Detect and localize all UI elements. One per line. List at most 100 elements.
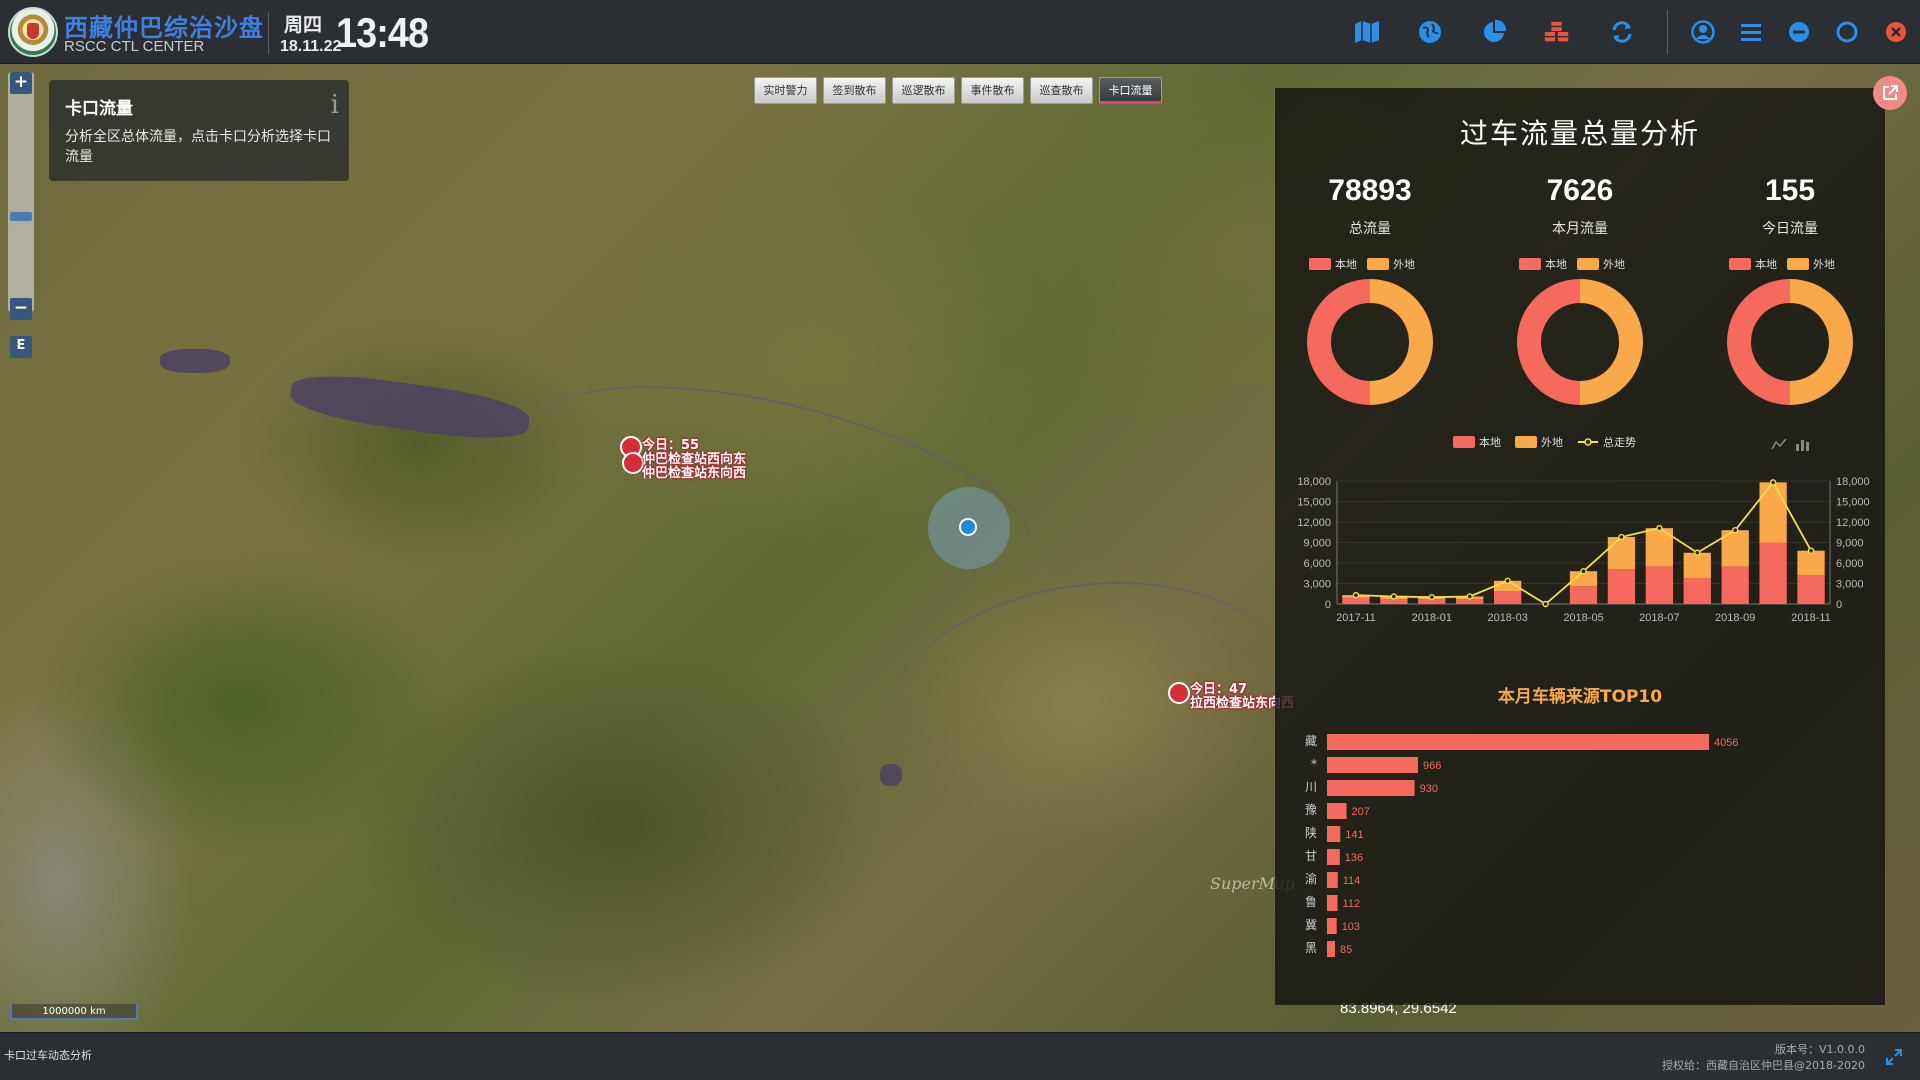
- extent-button[interactable]: E: [10, 336, 32, 358]
- bar-mode-icon[interactable]: [1795, 436, 1811, 455]
- minimize-icon[interactable]: [1785, 18, 1813, 46]
- donut-legend: 本地 外地: [1519, 256, 1625, 272]
- app-subtitle: RSCC CTL CENTER: [64, 38, 205, 55]
- line-mode-icon[interactable]: [1771, 436, 1787, 455]
- source-bar: [1327, 803, 1347, 819]
- version-text: 版本号：V1.0.0.0: [1774, 1043, 1865, 1056]
- external-link-icon: [1883, 85, 1898, 100]
- x-tick-label: 2017-11: [1336, 612, 1376, 624]
- lake: [287, 367, 533, 447]
- legend-label: 本地: [1335, 258, 1357, 271]
- trend-point: [1504, 577, 1511, 584]
- monthly-trend-chart: 0 0 3,000 3,000 6,000 6,000 9,000 9,000 12,000 12…: [1297, 476, 1870, 624]
- globe-icon[interactable]: [1416, 18, 1444, 46]
- x-tick-label: 2018-01: [1412, 612, 1452, 624]
- value-label: 141: [1345, 829, 1363, 841]
- trend-point: [1731, 527, 1739, 534]
- category-label: 渝: [1305, 871, 1317, 886]
- source-bar: [1327, 872, 1338, 888]
- value-label: 4056: [1714, 737, 1738, 749]
- vehicle-source-top10-chart: 藏 4056 * 966 川 930 豫 207 陕 141 甘 136 渝 114 鲁 112 冀 103 黑 85: [1305, 734, 1738, 957]
- pie-chart-icon[interactable]: [1480, 18, 1508, 46]
- donut-slice-other: [1307, 279, 1370, 405]
- value-label: 207: [1351, 806, 1369, 818]
- emblem-logo: [8, 7, 58, 57]
- category-label: 豫: [1305, 803, 1317, 817]
- user-icon[interactable]: [1689, 18, 1717, 46]
- stat-value: 155: [1764, 174, 1816, 207]
- stat-month: 7626 本月流量: [1485, 174, 1675, 238]
- tab-checkpoint-traffic[interactable]: 卡口流量: [1099, 77, 1162, 104]
- zoom-out-button[interactable]: −: [10, 298, 32, 320]
- bar-other: [1759, 482, 1787, 543]
- legend-label: 外地: [1541, 436, 1563, 449]
- export-button[interactable]: [1873, 76, 1907, 110]
- donut-slice-local: [1580, 279, 1643, 405]
- x-tick-label: 2018-09: [1715, 612, 1755, 624]
- license-text: 授权给：西藏自治区仲巴县@2018-2020: [1662, 1059, 1865, 1072]
- trend-point: [1428, 593, 1436, 601]
- status-bar: 卡口过车动态分析 版本号：V1.0.0.0 授权给：西藏自治区仲巴县@2018-…: [0, 1032, 1920, 1080]
- source-bar: [1327, 849, 1340, 865]
- top10-title: 本月车辆来源TOP10: [1497, 687, 1663, 707]
- bar-local: [1607, 569, 1636, 604]
- y-tick-label: 18,000: [1836, 476, 1870, 488]
- zoom-in-button[interactable]: +: [10, 72, 32, 94]
- trend-point: [1807, 547, 1815, 554]
- category-label: 鲁: [1305, 895, 1317, 909]
- legend-swatch-other: [1577, 258, 1599, 270]
- donut-legend: 本地 外地: [1309, 256, 1415, 272]
- menu-icon[interactable]: [1737, 18, 1765, 46]
- map-icon[interactable]: [1353, 18, 1381, 46]
- refresh-icon[interactable]: [1608, 18, 1636, 46]
- info-icon[interactable]: i: [331, 90, 339, 120]
- zoom-slider-handle[interactable]: [10, 212, 32, 221]
- trend-point: [1580, 567, 1587, 575]
- legend-swatch-trend: [1578, 438, 1598, 446]
- clock: 13:48: [336, 9, 429, 56]
- bar-other: [1683, 552, 1711, 579]
- bar-local: [1380, 599, 1408, 604]
- y-tick-label: 6,000: [1836, 558, 1864, 570]
- tab-event-distribution[interactable]: 事件散布: [961, 77, 1024, 104]
- stat-label: 总流量: [1349, 221, 1391, 237]
- tab-inspection-distribution[interactable]: 巡查散布: [1030, 77, 1093, 104]
- category-label: 冀: [1305, 918, 1317, 932]
- maximize-icon[interactable]: [1833, 18, 1861, 46]
- x-tick-label: 2018-03: [1487, 612, 1527, 624]
- bar-local: [1456, 599, 1484, 604]
- y-tick-label: 9,000: [1303, 538, 1331, 550]
- fullscreen-icon[interactable]: [1886, 1049, 1902, 1069]
- zoom-slider[interactable]: [8, 72, 34, 312]
- current-location-marker[interactable]: [928, 487, 1010, 569]
- source-bar: [1327, 780, 1415, 796]
- close-icon[interactable]: [1882, 18, 1910, 46]
- legend-swatch-other: [1787, 258, 1809, 270]
- trend-point: [1352, 591, 1360, 599]
- bar-local: [1721, 566, 1749, 604]
- stat-value: 78893: [1328, 174, 1412, 207]
- panel-title: 过车流量总量分析: [1459, 117, 1700, 150]
- river: [863, 556, 1317, 872]
- legend-swatch-local: [1729, 258, 1751, 270]
- traffic-analysis-panel: 过车流量总量分析 78893 总流量 7626 本月流量 155 今日流量 本地…: [1275, 88, 1885, 1005]
- layers-cubes-icon[interactable]: [1543, 18, 1571, 46]
- divider: [1667, 10, 1668, 54]
- info-card-title: 卡口流量: [65, 99, 133, 119]
- tab-patrol-distribution[interactable]: 巡逻散布: [892, 77, 955, 104]
- value-label: 114: [1343, 875, 1361, 887]
- y-tick-label: 9,000: [1836, 538, 1864, 550]
- trend-legend: 本地 外地 总走势: [1453, 434, 1636, 450]
- value-label: 930: [1420, 783, 1438, 795]
- marker-label: 仲巴检查站东向西: [642, 466, 747, 481]
- car-icon: [1168, 682, 1190, 704]
- trend-point: [1656, 524, 1663, 532]
- tab-realtime-police[interactable]: 实时警力: [754, 77, 817, 104]
- tab-checkin-distribution[interactable]: 签到散布: [823, 77, 886, 104]
- donut-slice-local: [1790, 279, 1853, 405]
- divider: [268, 12, 269, 54]
- source-bar: [1327, 895, 1338, 911]
- source-bar: [1327, 757, 1418, 773]
- donut-slice-local: [1370, 279, 1433, 405]
- legend-label: 本地: [1479, 436, 1501, 449]
